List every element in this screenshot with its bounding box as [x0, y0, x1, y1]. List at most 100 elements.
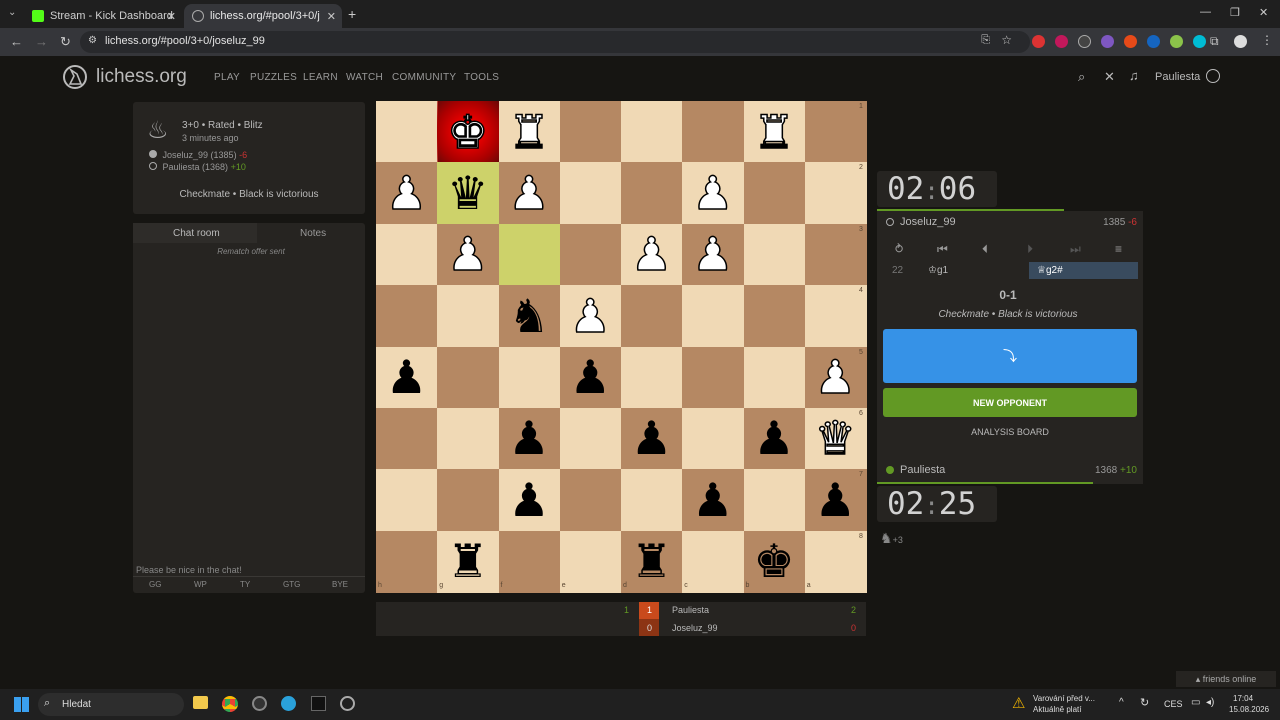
chess-piece[interactable]: ♟ — [499, 408, 560, 469]
chess-piece[interactable]: ♜ — [621, 531, 682, 592]
telegram-icon[interactable] — [281, 696, 296, 711]
tab-lichess[interactable]: lichess.org/#pool/3+0/joseluz_ ✕ — [184, 4, 342, 28]
chess-piece[interactable]: ♟ — [682, 224, 743, 285]
last-move-icon[interactable]: ⏭ — [1070, 242, 1081, 257]
board-square[interactable] — [804, 223, 867, 286]
board-square[interactable] — [621, 285, 683, 348]
chess-piece[interactable]: ♟ — [744, 408, 805, 469]
board-square[interactable] — [498, 530, 561, 593]
clock-time[interactable]: 17:04 — [1233, 694, 1253, 703]
board-square[interactable] — [559, 407, 622, 470]
notification-bell-icon[interactable]: ♫ — [1129, 68, 1139, 83]
minimize-icon[interactable]: — — [1200, 6, 1211, 18]
first-move-icon[interactable]: ⏮ — [937, 242, 948, 257]
chess-piece[interactable]: ♟ — [621, 408, 682, 469]
address-bar[interactable]: ⚙ lichess.org/#pool/3+0/joseluz_99 ⎘ ☆ — [80, 31, 1030, 53]
board-square[interactable] — [559, 162, 622, 225]
board-square[interactable] — [682, 530, 745, 593]
app-icon[interactable] — [340, 696, 355, 711]
obs-icon[interactable] — [252, 696, 267, 711]
chess-piece[interactable]: ♟ — [682, 162, 743, 223]
board-square[interactable] — [559, 530, 622, 593]
tray-chevron-icon[interactable]: ^ — [1119, 697, 1124, 708]
close-icon[interactable]: ✕ — [327, 10, 336, 23]
chat-input[interactable]: Please be nice in the chat! — [136, 565, 242, 575]
username[interactable]: Pauliesta — [1155, 71, 1200, 83]
black-move[interactable]: ♕g2# — [1037, 265, 1063, 276]
board-square[interactable] — [437, 346, 500, 409]
chess-piece[interactable]: ♟ — [682, 469, 743, 530]
taskbar-search[interactable]: ⌕ Hledat — [38, 693, 184, 716]
bookmark-star-icon[interactable]: ☆ — [1001, 33, 1012, 47]
flip-board-icon[interactable]: ⥁ — [895, 242, 903, 256]
chess-piece[interactable]: ♛ — [805, 408, 866, 469]
extension-icon-6[interactable] — [1147, 35, 1160, 48]
nav-community[interactable]: COMMUNITY — [392, 72, 456, 83]
analysis-board-button[interactable]: ANALYSIS BOARD — [883, 427, 1137, 437]
menu-dots-icon[interactable]: ⋮ — [1261, 33, 1273, 47]
tab-list-icon[interactable]: ⌄ — [8, 7, 16, 18]
language-indicator[interactable]: CES — [1164, 699, 1183, 709]
board-square[interactable] — [804, 285, 867, 348]
friends-online-button[interactable]: ▴ friends online — [1176, 671, 1276, 687]
site-info-icon[interactable]: ⚙ — [88, 35, 97, 46]
white-player-line[interactable]: Joseluz_99 (1385) -6 — [149, 150, 247, 160]
preset-gg[interactable]: GG — [149, 580, 161, 589]
chess-piece[interactable]: ♟ — [805, 469, 866, 530]
warning-icon[interactable]: ⚠ — [1012, 694, 1025, 712]
nav-learn[interactable]: LEARN — [303, 72, 338, 83]
file-explorer-icon[interactable] — [193, 696, 208, 709]
crosstable-name-pauliesta[interactable]: Pauliesta — [672, 605, 709, 615]
board-square[interactable] — [682, 346, 745, 409]
install-icon[interactable]: ⎘ — [981, 34, 990, 47]
menu-icon[interactable]: ≡ — [1115, 242, 1122, 256]
clock-date[interactable]: 15.08.2026 — [1229, 705, 1269, 714]
chrome-icon[interactable] — [222, 696, 238, 712]
tray-app-icon[interactable]: ↻ — [1140, 696, 1149, 709]
board-square[interactable] — [437, 469, 500, 532]
board-square[interactable] — [559, 223, 622, 286]
board-square[interactable] — [743, 285, 806, 348]
site-logo-text[interactable]: lichess.org — [96, 66, 187, 88]
chess-piece[interactable]: ♛ — [437, 162, 498, 223]
extension-icon-2[interactable] — [1055, 35, 1068, 48]
board-square[interactable] — [743, 162, 806, 225]
prev-move-icon[interactable]: ⏴ — [982, 242, 988, 257]
reload-icon[interactable]: ↻ — [60, 34, 71, 50]
chat-room-label[interactable]: Chat room — [173, 228, 220, 239]
chess-piece[interactable]: ♜ — [437, 531, 498, 592]
preset-gtg[interactable]: GTG — [283, 580, 300, 589]
board-square[interactable] — [621, 469, 683, 532]
chess-piece[interactable]: ♟ — [805, 347, 866, 408]
warning-title[interactable]: Varování před v... — [1033, 694, 1095, 703]
board-square[interactable] — [559, 469, 622, 532]
board-square[interactable] — [621, 346, 683, 409]
preset-ty[interactable]: TY — [240, 580, 250, 589]
chess-piece[interactable]: ♜ — [499, 101, 560, 162]
board-square[interactable] — [437, 285, 500, 348]
board-square[interactable] — [682, 407, 745, 470]
close-icon[interactable]: ✕ — [167, 10, 176, 23]
board-square[interactable] — [621, 162, 683, 225]
challenge-icon[interactable]: ✕ — [1104, 69, 1115, 85]
board-square[interactable] — [804, 162, 867, 225]
chess-piece[interactable]: ♟ — [376, 347, 437, 408]
chess-piece[interactable]: ♚ — [437, 101, 498, 162]
windows-start-icon[interactable] — [14, 697, 29, 712]
profile-avatar-icon[interactable] — [1234, 35, 1247, 48]
maximize-icon[interactable]: ❐ — [1230, 6, 1240, 19]
extension-icon-5[interactable] — [1124, 35, 1137, 48]
terminal-icon[interactable] — [311, 696, 326, 711]
new-tab-icon[interactable]: + — [348, 6, 356, 22]
chess-piece[interactable]: ♚ — [744, 531, 805, 592]
extension-icon-7[interactable] — [1170, 35, 1183, 48]
tab-kick-dashboard[interactable]: Stream - Kick Dashboard ✕ — [24, 4, 182, 28]
chess-piece[interactable]: ♟ — [499, 469, 560, 530]
chess-piece[interactable]: ♟ — [560, 347, 621, 408]
board-square[interactable] — [559, 101, 622, 163]
chess-piece[interactable]: ♟ — [560, 285, 621, 346]
nav-watch[interactable]: WATCH — [346, 72, 383, 83]
board-square[interactable] — [376, 223, 438, 286]
chess-piece[interactable]: ♞ — [499, 285, 560, 346]
extensions-puzzle-icon[interactable]: ⧉ — [1210, 34, 1219, 49]
